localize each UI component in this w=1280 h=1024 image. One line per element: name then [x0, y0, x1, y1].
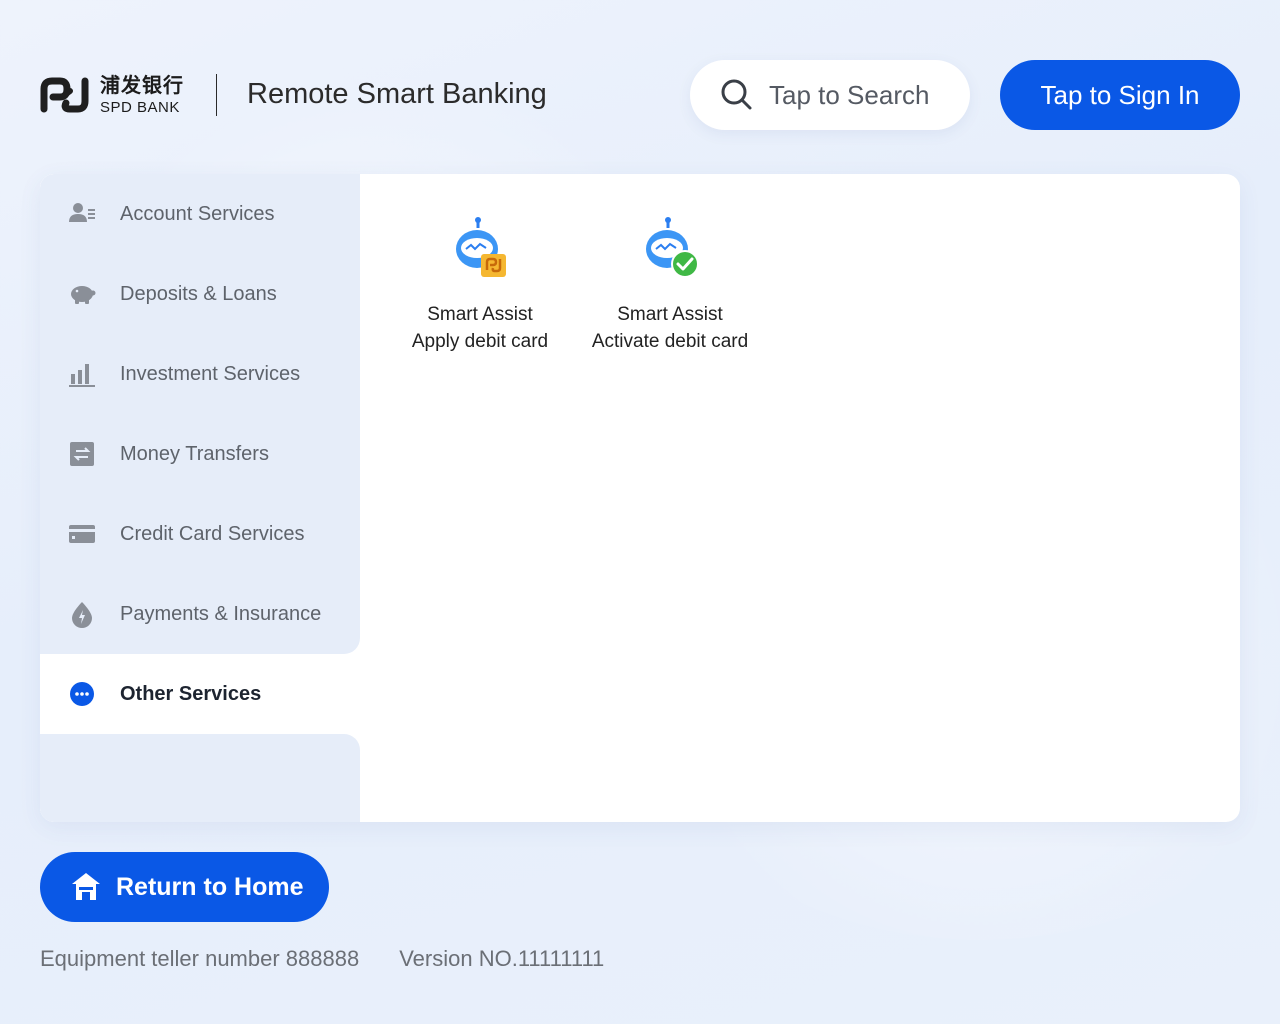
- sidebar-item-payments-insurance[interactable]: Payments & Insurance: [40, 574, 360, 654]
- sidebar-item-deposits-loans[interactable]: Deposits & Loans: [40, 254, 360, 334]
- sidebar-item-label: Account Services: [120, 202, 275, 225]
- logo-english-text: SPD BANK: [100, 98, 180, 116]
- version-text: Version NO.11111111: [399, 946, 605, 971]
- sidebar-item-credit-card-services[interactable]: Credit Card Services: [40, 494, 360, 574]
- teller-number-text: Equipment teller number 888888: [40, 946, 360, 971]
- sidebar-item-label: Payments & Insurance: [120, 602, 322, 625]
- transfer-icon: [68, 440, 96, 468]
- main-panel: Account Services Deposits & Loans Invest…: [40, 174, 1240, 822]
- services-content: Smart Assist Apply debit card Smart Assi…: [360, 174, 1240, 822]
- sidebar: Account Services Deposits & Loans Invest…: [40, 174, 360, 822]
- sidebar-item-label: Money Transfers: [120, 442, 269, 465]
- page-title: Remote Smart Banking: [247, 78, 547, 110]
- more-dots-icon: [68, 680, 96, 708]
- search-placeholder: Tap to Search: [769, 79, 930, 110]
- sidebar-item-label: Credit Card Services: [120, 522, 305, 545]
- search-icon: [721, 79, 752, 110]
- bank-logo: 浦发银行 SPD BANK: [40, 74, 184, 116]
- search-button[interactable]: Tap to Search: [690, 60, 970, 130]
- bar-chart-icon: [68, 360, 96, 388]
- credit-card-icon: [68, 520, 96, 548]
- robot-check-icon: [646, 217, 699, 278]
- sidebar-item-label: Investment Services: [120, 362, 301, 385]
- footer-info: Equipment teller number 888888 Version N…: [40, 946, 604, 972]
- return-home-button[interactable]: Return to Home: [40, 852, 329, 922]
- account-icon: [68, 200, 96, 228]
- header-divider: [216, 74, 217, 116]
- logo-chinese-text: 浦发银行: [100, 74, 184, 97]
- tile-title: Smart Assist: [617, 304, 723, 325]
- service-tile-apply-debit-card[interactable]: Smart Assist Apply debit card: [385, 214, 575, 364]
- sidebar-item-account-services[interactable]: Account Services: [40, 174, 360, 254]
- payment-drop-icon: [68, 600, 96, 628]
- sidebar-item-other-services[interactable]: Other Services: [40, 654, 360, 734]
- sidebar-item-label: Deposits & Loans: [120, 282, 277, 305]
- sidebar-item-money-transfers[interactable]: Money Transfers: [40, 414, 360, 494]
- return-home-label: Return to Home: [116, 872, 304, 901]
- service-tile-activate-debit-card[interactable]: Smart Assist Activate debit card: [575, 214, 765, 364]
- sidebar-filler: [40, 734, 360, 822]
- home-icon: [72, 873, 100, 900]
- spd-logo-icon: [40, 77, 89, 113]
- sign-in-button[interactable]: Tap to Sign In: [1000, 60, 1240, 130]
- tile-title: Smart Assist: [427, 304, 533, 325]
- piggy-bank-icon: [68, 280, 96, 308]
- sidebar-item-investment-services[interactable]: Investment Services: [40, 334, 360, 414]
- sidebar-item-label: Other Services: [120, 682, 262, 705]
- robot-card-icon: [456, 217, 506, 277]
- tile-subtitle: Apply debit card: [411, 331, 549, 352]
- tile-subtitle: Activate debit card: [591, 331, 749, 352]
